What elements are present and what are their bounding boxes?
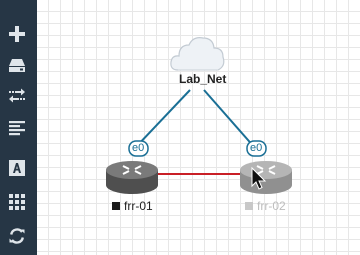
add-text-button[interactable]	[0, 153, 37, 183]
refresh-icon	[9, 228, 25, 244]
add-network-button[interactable]	[0, 81, 37, 111]
add-node-button[interactable]	[0, 19, 37, 49]
add-image-button[interactable]	[0, 50, 37, 80]
node-label-frr02[interactable]: frr-02	[245, 199, 286, 213]
refresh-button[interactable]	[0, 221, 37, 251]
topology-links	[106, 37, 292, 194]
node-label-frr01[interactable]: frr-01	[112, 199, 153, 213]
drive-icon	[9, 59, 25, 72]
link-labnet-frr02[interactable]	[203, 89, 256, 149]
status-indicator-stopped	[245, 202, 253, 210]
align-left-icon	[9, 121, 25, 136]
interface-label-frr01: e0	[132, 142, 145, 154]
topology-canvas[interactable]: Lab_Net e0 e0 frr-01 frr-02	[37, 0, 360, 255]
grid-icon	[9, 194, 25, 210]
status-indicator-running	[112, 202, 120, 210]
lab-app: Lab_Net e0 e0 frr-01 frr-02	[0, 0, 360, 255]
router-icon[interactable]	[240, 161, 292, 194]
plus-icon	[9, 26, 25, 42]
link-labnet-frr01[interactable]	[134, 89, 191, 149]
node-name: frr-02	[257, 199, 286, 213]
router-icon[interactable]	[106, 161, 158, 194]
left-toolbar	[0, 0, 37, 255]
cloud-icon[interactable]	[170, 37, 225, 71]
interface-label-frr02: e0	[250, 142, 263, 154]
align-button[interactable]	[0, 113, 37, 143]
grid-button[interactable]	[0, 187, 37, 217]
text-icon	[9, 160, 25, 176]
cloud-label: Lab_Net	[179, 72, 227, 86]
node-name: frr-01	[124, 199, 153, 213]
exchange-icon	[9, 88, 25, 103]
